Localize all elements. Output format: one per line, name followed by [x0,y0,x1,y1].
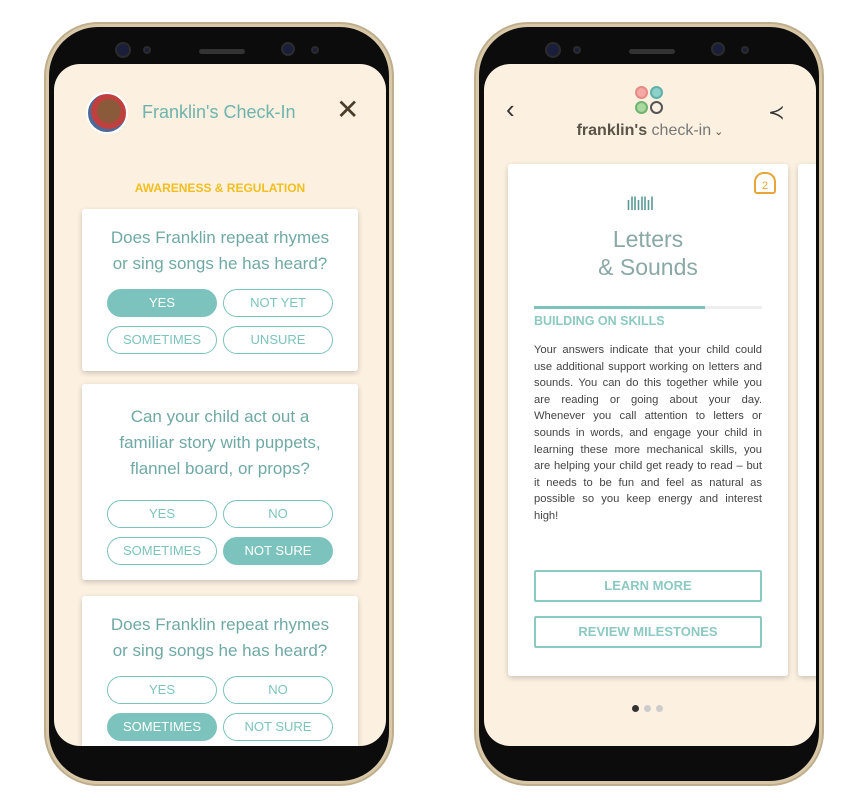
share-icon[interactable]: ≺ [768,100,785,125]
option-button[interactable]: SOMETIMES [107,326,217,354]
option-button[interactable]: SOMETIMES [107,537,217,565]
progress-fill [534,306,705,309]
question-card: Can your child act out a familiar story … [82,384,358,580]
sound-wave-icon: ıllıllıl [626,194,654,214]
app-logo-icon [635,86,665,116]
option-button[interactable]: YES [107,289,217,317]
next-card-peek[interactable] [798,164,816,676]
option-button[interactable]: NO [223,676,333,704]
result-card: 2 ıllıllıl Letters & Sounds BUILDING ON … [508,164,788,676]
avatar [86,92,128,134]
card-title: & Sounds [598,254,698,280]
option-button[interactable]: YES [107,676,217,704]
learn-more-button[interactable]: LEARN MORE [534,570,762,602]
app-title-dropdown[interactable]: franklin's check-in ⌄ [484,122,816,140]
close-icon[interactable]: ✕ [336,96,359,124]
option-button[interactable]: UNSURE [223,326,333,354]
question-text: Does Franklin repeat rhymes or sing song… [110,228,330,273]
question-card: Does Franklin repeat rhymes or sing song… [82,209,358,371]
question-text: Can your child act out a familiar story … [119,407,321,478]
bell-icon[interactable]: 2 [754,172,776,194]
page-dot[interactable] [656,705,663,712]
back-icon[interactable]: ‹ [506,94,515,125]
subheading: BUILDING ON SKILLS [534,314,665,328]
question-text: Does Franklin repeat rhymes or sing song… [110,615,330,660]
review-milestones-button[interactable]: REVIEW MILESTONES [534,616,762,648]
chevron-down-icon: ⌄ [711,126,724,138]
page-dot[interactable] [644,705,651,712]
page-title: Franklin's Check-In [142,102,296,122]
option-button[interactable]: NO [223,500,333,528]
left-screen: Franklin's Check-In ✕ ✓ ✓ ✓ AWARENESS & … [54,64,386,746]
progress-track [534,306,762,309]
option-button[interactable]: SOMETIMES [107,713,217,741]
body-text: Your answers indicate that your child co… [534,344,762,522]
section-label: AWARENESS & REGULATION [134,181,306,195]
right-screen: ‹ franklin's check-in ⌄ ≺ 2 ıllıllıl Let… [484,64,816,746]
option-button[interactable]: YES [107,500,217,528]
option-button[interactable]: NOT SURE [223,537,333,565]
option-button[interactable]: NOT SURE [223,713,333,741]
option-button[interactable]: NOT YET [223,289,333,317]
card-title: Letters [612,226,684,252]
question-card: Does Franklin repeat rhymes or sing song… [82,596,358,746]
page-dot[interactable] [632,705,639,712]
